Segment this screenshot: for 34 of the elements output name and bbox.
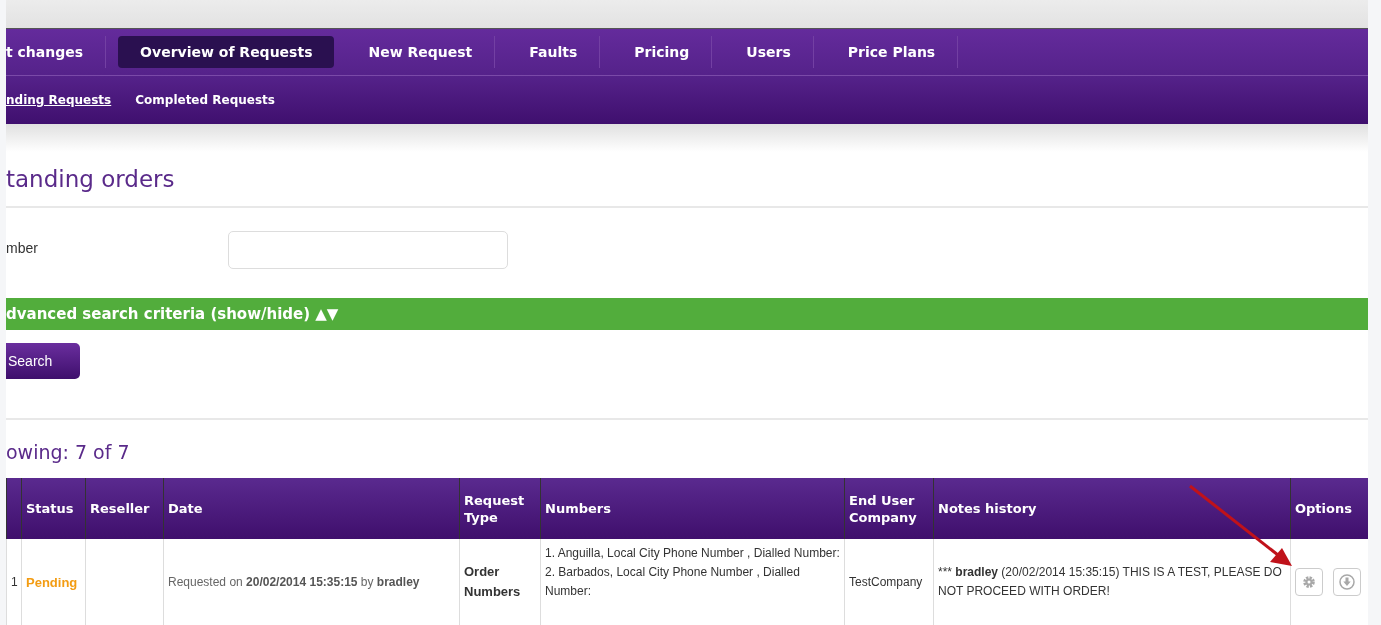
nav-tab[interactable]: New Request [346, 36, 496, 68]
number-entry: 2. Barbados, Local City Phone Number , Dialled Number: [545, 564, 801, 600]
status-text: Pending [26, 574, 78, 590]
column-header[interactable]: Date [168, 500, 455, 517]
nav-tab[interactable]: Users [724, 36, 814, 68]
download-button[interactable] [1333, 568, 1361, 596]
column-header[interactable]: Options [1295, 500, 1368, 517]
column-header[interactable]: Status [26, 500, 81, 517]
column-header[interactable]: End User Company [849, 491, 929, 526]
column-header[interactable]: Notes history [938, 500, 1286, 517]
nav-tab[interactable]: Price Plans [825, 36, 959, 68]
number-entry: 1. Anguilla, Local City Phone Number , Dialled Number: [545, 545, 840, 562]
settings-button[interactable] [1295, 568, 1323, 596]
column-header[interactable]: Reseller [90, 500, 159, 517]
note-text: *** bradley (20/02/2014 15:35:15) THIS IS A TEST, PLEASE DO NOT PROCEED WITH ORDER! [938, 564, 1283, 600]
search-button[interactable]: Search [6, 343, 80, 379]
subnav-link[interactable]: nding Requests [6, 93, 112, 107]
nav-tab[interactable]: Overview of Requests [118, 36, 335, 68]
gear-icon [1301, 574, 1317, 590]
results-count: owing: 7 of 7 [6, 440, 131, 465]
table-cell: TestCompany [849, 575, 923, 589]
subnav-link[interactable]: Completed Requests [135, 93, 275, 107]
field-label: mber [6, 240, 39, 256]
column-header[interactable]: Numbers [545, 500, 840, 517]
download-icon [1339, 574, 1355, 590]
page-title: tanding orders [6, 166, 1368, 208]
table-cell: 1 [11, 575, 18, 589]
date-text: Requested on 20/02/2014 15:35:15 by bradley [168, 575, 420, 589]
column-header[interactable]: Request Type [464, 491, 536, 526]
nav-tab[interactable]: Pricing [612, 36, 713, 68]
nav-tab[interactable]: t changes [6, 36, 107, 68]
number-field[interactable] [228, 231, 508, 269]
request-type: Order Numbers [464, 563, 522, 601]
nav-tab[interactable]: Faults [507, 36, 601, 68]
